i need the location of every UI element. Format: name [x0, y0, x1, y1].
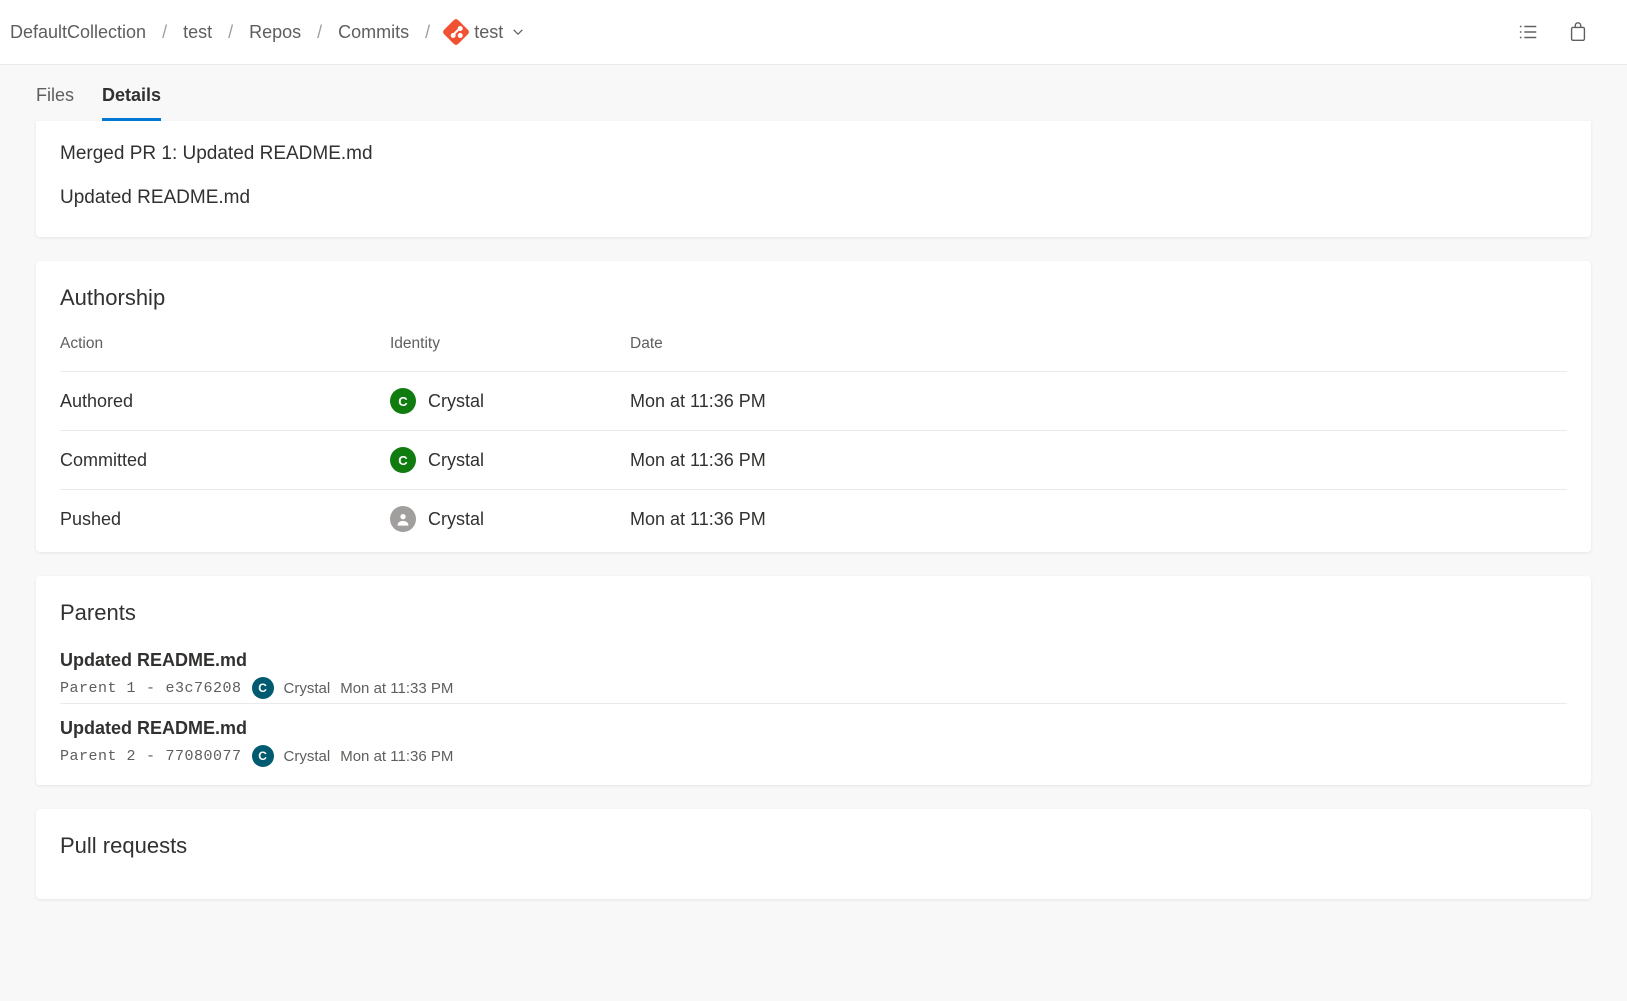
content-area: Merged PR 1: Updated README.md Updated R…	[0, 121, 1627, 899]
parent-label: Parent 1	[60, 680, 136, 697]
chevron-down-icon	[511, 25, 525, 39]
parents-title: Parents	[60, 600, 1567, 626]
authorship-table: Action Identity Date Authored C Crystal …	[60, 329, 1567, 548]
parent-dash: -	[146, 748, 156, 765]
parent-label: Parent 2	[60, 748, 136, 765]
repo-selector-label: test	[474, 22, 503, 43]
commit-message-card: Merged PR 1: Updated README.md Updated R…	[36, 121, 1591, 237]
identity-name: Crystal	[428, 450, 484, 471]
authorship-title: Authorship	[60, 285, 1567, 311]
pull-requests-title: Pull requests	[60, 833, 1567, 859]
date-cell: Mon at 11:36 PM	[630, 490, 1567, 549]
top-actions	[1517, 21, 1617, 43]
parent-meta: Parent 1 - e3c76208 C Crystal Mon at 11:…	[60, 677, 1567, 699]
parent-item[interactable]: Updated README.md Parent 2 - 77080077 C …	[60, 703, 1567, 771]
identity-name: Crystal	[428, 509, 484, 530]
commit-title: Merged PR 1: Updated README.md	[60, 143, 1567, 165]
date-cell: Mon at 11:36 PM	[630, 431, 1567, 490]
avatar-generic-icon	[390, 506, 416, 532]
breadcrumb: DefaultCollection / test / Repos / Commi…	[10, 22, 1517, 43]
parent-dash: -	[146, 680, 156, 697]
breadcrumb-project[interactable]: test	[183, 22, 212, 43]
identity-cell[interactable]: C Crystal	[390, 447, 630, 473]
col-identity: Identity	[390, 329, 630, 372]
date-cell: Mon at 11:36 PM	[630, 372, 1567, 431]
authorship-row-authored: Authored C Crystal Mon at 11:36 PM	[60, 372, 1567, 431]
breadcrumb-separator: /	[425, 22, 430, 43]
authorship-row-pushed: Pushed Crystal Mon at 11:36 PM	[60, 490, 1567, 549]
breadcrumb-bar: DefaultCollection / test / Repos / Commi…	[0, 0, 1627, 65]
parent-commit-title: Updated README.md	[60, 650, 1567, 671]
action-cell: Authored	[60, 372, 390, 431]
authorship-row-committed: Committed C Crystal Mon at 11:36 PM	[60, 431, 1567, 490]
backlog-icon[interactable]	[1517, 21, 1539, 43]
col-action: Action	[60, 329, 390, 372]
breadcrumb-commits[interactable]: Commits	[338, 22, 409, 43]
parent-item[interactable]: Updated README.md Parent 1 - e3c76208 C …	[60, 644, 1567, 703]
tabs: Files Details	[0, 71, 1627, 121]
avatar: C	[252, 677, 274, 699]
action-cell: Pushed	[60, 490, 390, 549]
action-cell: Committed	[60, 431, 390, 490]
parent-user: Crystal	[284, 748, 331, 765]
parent-date: Mon at 11:36 PM	[340, 748, 453, 765]
parent-commit-title: Updated README.md	[60, 718, 1567, 739]
identity-cell[interactable]: Crystal	[390, 506, 630, 532]
breadcrumb-separator: /	[228, 22, 233, 43]
identity-name: Crystal	[428, 391, 484, 412]
identity-cell[interactable]: C Crystal	[390, 388, 630, 414]
parent-meta: Parent 2 - 77080077 C Crystal Mon at 11:…	[60, 745, 1567, 767]
avatar: C	[390, 447, 416, 473]
parents-card: Parents Updated README.md Parent 1 - e3c…	[36, 576, 1591, 785]
parent-user: Crystal	[284, 680, 331, 697]
parent-date: Mon at 11:33 PM	[340, 680, 453, 697]
commit-subtitle: Updated README.md	[60, 187, 1567, 209]
authorship-card: Authorship Action Identity Date Authored…	[36, 261, 1591, 552]
breadcrumb-separator: /	[162, 22, 167, 43]
repo-selector[interactable]: test	[446, 22, 525, 43]
avatar: C	[252, 745, 274, 767]
col-date: Date	[630, 329, 1567, 372]
parent-hash: e3c76208	[166, 680, 242, 697]
parent-hash: 77080077	[166, 748, 242, 765]
pull-requests-card: Pull requests	[36, 809, 1591, 899]
avatar: C	[390, 388, 416, 414]
breadcrumb-separator: /	[317, 22, 322, 43]
breadcrumb-collection[interactable]: DefaultCollection	[10, 22, 146, 43]
git-icon	[442, 18, 470, 46]
breadcrumb-repos[interactable]: Repos	[249, 22, 301, 43]
tab-files[interactable]: Files	[36, 71, 74, 121]
tab-details[interactable]: Details	[102, 71, 161, 121]
shopping-bag-icon[interactable]	[1567, 21, 1589, 43]
